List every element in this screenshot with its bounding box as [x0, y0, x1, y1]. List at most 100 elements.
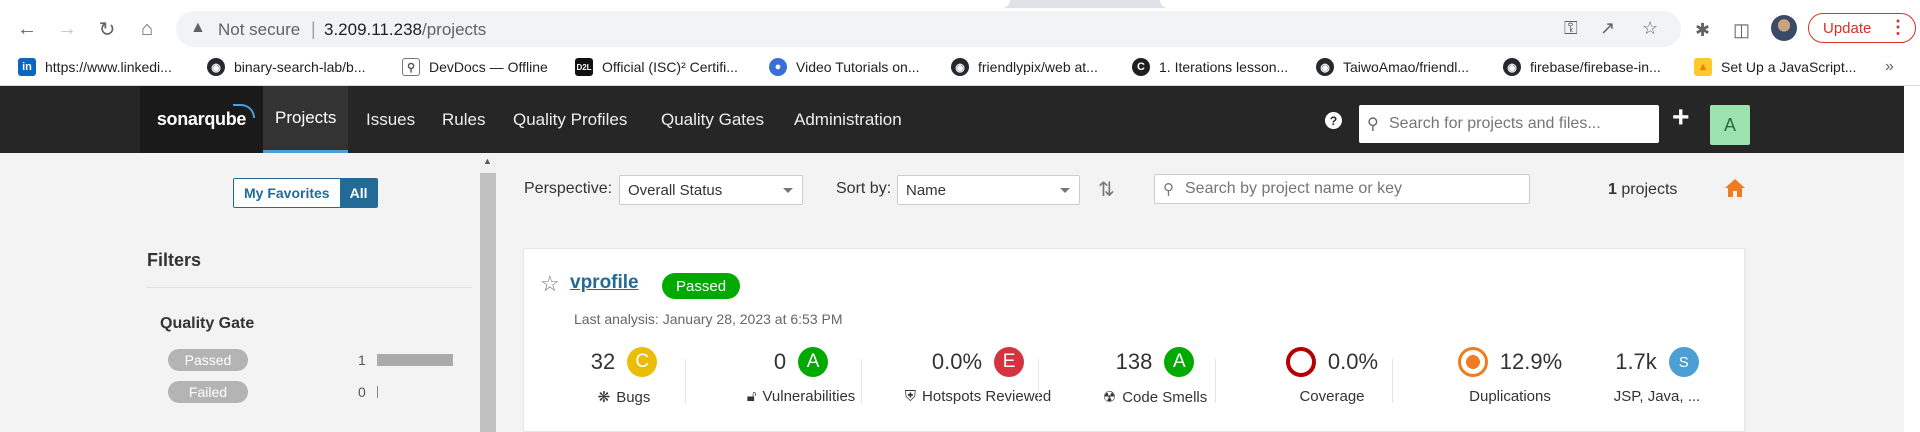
- github-icon: ◉: [1503, 58, 1521, 76]
- d2l-icon: D2L: [575, 58, 593, 76]
- status-badge: Passed: [662, 273, 741, 299]
- bookmark-item[interactable]: ◉ friendlypix/web at...: [951, 58, 1098, 76]
- all-button[interactable]: All: [339, 179, 378, 207]
- facet-bar: [377, 354, 453, 366]
- codecademy-icon: C: [1132, 58, 1150, 76]
- rating-badge: A: [1164, 347, 1195, 377]
- share-icon[interactable]: ↗: [1600, 18, 1615, 39]
- projects-main: Perspective: Overall Status Sort by: Nam…: [496, 153, 1904, 432]
- sidebar-scrollbar[interactable]: ▲: [480, 153, 496, 432]
- help-icon[interactable]: ?: [1325, 112, 1342, 129]
- sort-direction-icon[interactable]: ⇅: [1098, 177, 1115, 202]
- github-icon: ◉: [951, 58, 969, 76]
- perspective-select[interactable]: Overall Status: [619, 175, 803, 205]
- global-search-input[interactable]: [1389, 105, 1654, 143]
- user-avatar[interactable]: A: [1710, 105, 1750, 145]
- bookmark-item[interactable]: in https://www.linkedi...: [18, 58, 172, 76]
- facet-count: 1: [358, 352, 366, 368]
- bookmark-item[interactable]: ▲ Set Up a JavaScript...: [1694, 58, 1856, 76]
- facet-bar: [377, 386, 378, 398]
- nav-quality-profiles[interactable]: Quality Profiles: [501, 86, 639, 153]
- perspective-label: Perspective:: [524, 180, 613, 197]
- bookmark-item[interactable]: ◉ firebase/firebase-in...: [1503, 58, 1661, 76]
- metric-vulnerabilities[interactable]: 0A 🔓︎ Vulnerabilities: [713, 346, 889, 412]
- scroll-up-icon[interactable]: ▲: [483, 156, 492, 166]
- metric-code-smells[interactable]: 138 A ☢ Code Smells: [1067, 346, 1243, 412]
- project-card: ☆ vprofile Passed Last analysis: January…: [523, 248, 1745, 432]
- facet-failed[interactable]: Failed 0: [168, 381, 468, 403]
- project-name-link[interactable]: vprofile: [570, 272, 639, 294]
- bookmark-item[interactable]: C 1. Iterations lesson...: [1132, 58, 1288, 76]
- profile-avatar[interactable]: [1771, 15, 1797, 41]
- my-favorites-button[interactable]: My Favorites: [234, 179, 340, 207]
- project-search-input[interactable]: [1185, 175, 1525, 203]
- nav-administration[interactable]: Administration: [782, 86, 914, 153]
- scrollbar-thumb[interactable]: [480, 173, 496, 432]
- filters-title: Filters: [147, 250, 202, 270]
- firebase-icon: ▲: [1694, 58, 1712, 76]
- facet-count: 0: [358, 384, 366, 400]
- menu-dots-icon: ⋮: [1889, 17, 1907, 37]
- chevron-down-icon: [1060, 188, 1070, 193]
- update-button[interactable]: Update ⋮: [1808, 13, 1916, 43]
- key-icon[interactable]: ⚿: [1564, 18, 1578, 39]
- bookmark-star-icon[interactable]: ☆: [1642, 18, 1658, 39]
- home-icon[interactable]: ⌂: [130, 12, 164, 46]
- lock-icon: 🔓︎: [746, 388, 757, 405]
- sonarqube-logo[interactable]: sonarqube: [140, 86, 263, 153]
- github-icon: ◉: [1316, 58, 1334, 76]
- more-bookmarks-icon[interactable]: »: [1885, 58, 1894, 76]
- home-page-icon[interactable]: [1724, 178, 1746, 198]
- globe-icon: ●: [769, 58, 787, 76]
- nav-issues[interactable]: Issues: [354, 86, 427, 153]
- forward-arrow-icon[interactable]: →: [50, 12, 84, 46]
- facet-passed[interactable]: Passed 1: [168, 349, 468, 371]
- chevron-down-icon: [783, 188, 793, 193]
- browser-toolbar: ← → ↻ ⌂ ▲ Not secure | 3.209.11.238/proj…: [0, 8, 1920, 50]
- sort-label: Sort by:: [836, 180, 892, 197]
- bookmark-item[interactable]: ◉ binary-search-lab/b...: [207, 58, 366, 76]
- security-label: Not secure: [218, 20, 301, 39]
- extensions-icon[interactable]: ✱: [1695, 20, 1710, 41]
- code-smell-icon: ☢: [1102, 389, 1117, 406]
- tab-strip: [0, 0, 1920, 8]
- nav-quality-gates[interactable]: Quality Gates: [649, 86, 776, 153]
- linkedin-icon: in: [18, 58, 36, 76]
- last-analysis-text: Last analysis: January 28, 2023 at 6:53 …: [574, 311, 843, 327]
- projects-count: 1 projects: [1608, 181, 1678, 198]
- github-icon: ◉: [207, 58, 225, 76]
- nav-projects[interactable]: Projects: [263, 86, 349, 153]
- bookmark-item[interactable]: ● Video Tutorials on...: [769, 58, 919, 76]
- metric-hotspots[interactable]: 0.0% E ⛨ Hotspots Reviewed: [890, 346, 1066, 412]
- quality-gate-title: Quality Gate: [160, 315, 255, 332]
- warning-icon: ▲: [190, 19, 206, 36]
- address-bar[interactable]: ▲ Not secure | 3.209.11.238/projects ⚿ ↗…: [176, 11, 1681, 47]
- rating-badge: C: [627, 347, 658, 377]
- favorite-star-icon[interactable]: ☆: [540, 271, 560, 297]
- duplications-ring-icon: [1457, 347, 1488, 377]
- metric-size[interactable]: 1.7k S JSP, Java, ...: [1569, 346, 1745, 412]
- url-text: 3.209.11.238/projects: [324, 20, 487, 39]
- bookmark-item[interactable]: ◉ TaiwoAmao/friendl...: [1316, 58, 1469, 76]
- nav-rules[interactable]: Rules: [430, 86, 497, 153]
- global-search[interactable]: ⚲: [1359, 105, 1659, 143]
- project-search[interactable]: ⚲: [1154, 174, 1530, 204]
- logo-wave-icon: [233, 104, 255, 118]
- create-plus-icon[interactable]: +: [1672, 103, 1690, 133]
- bookmark-item[interactable]: D2L Official (ISC)² Certifi...: [575, 58, 738, 76]
- back-arrow-icon[interactable]: ←: [10, 12, 44, 46]
- rating-badge: A: [798, 347, 829, 377]
- bug-icon: ❋: [597, 389, 611, 406]
- top-navigation: sonarqube Projects Issues Rules Quality …: [0, 86, 1904, 153]
- bookmark-item[interactable]: ⚲ DevDocs — Offline: [402, 58, 548, 76]
- facet-badge: Passed: [168, 349, 248, 371]
- filters-sidebar: My Favorites All Filters Quality Gate Pa…: [0, 153, 480, 432]
- facet-badge: Failed: [168, 381, 248, 403]
- metric-coverage[interactable]: 0.0% Coverage: [1244, 346, 1420, 412]
- coverage-ring-icon: [1285, 347, 1316, 377]
- side-panel-icon[interactable]: ◫: [1733, 20, 1750, 41]
- sort-select[interactable]: Name: [897, 175, 1080, 205]
- reload-icon[interactable]: ↻: [90, 12, 124, 46]
- devdocs-icon: ⚲: [402, 58, 420, 76]
- size-badge: S: [1668, 347, 1699, 377]
